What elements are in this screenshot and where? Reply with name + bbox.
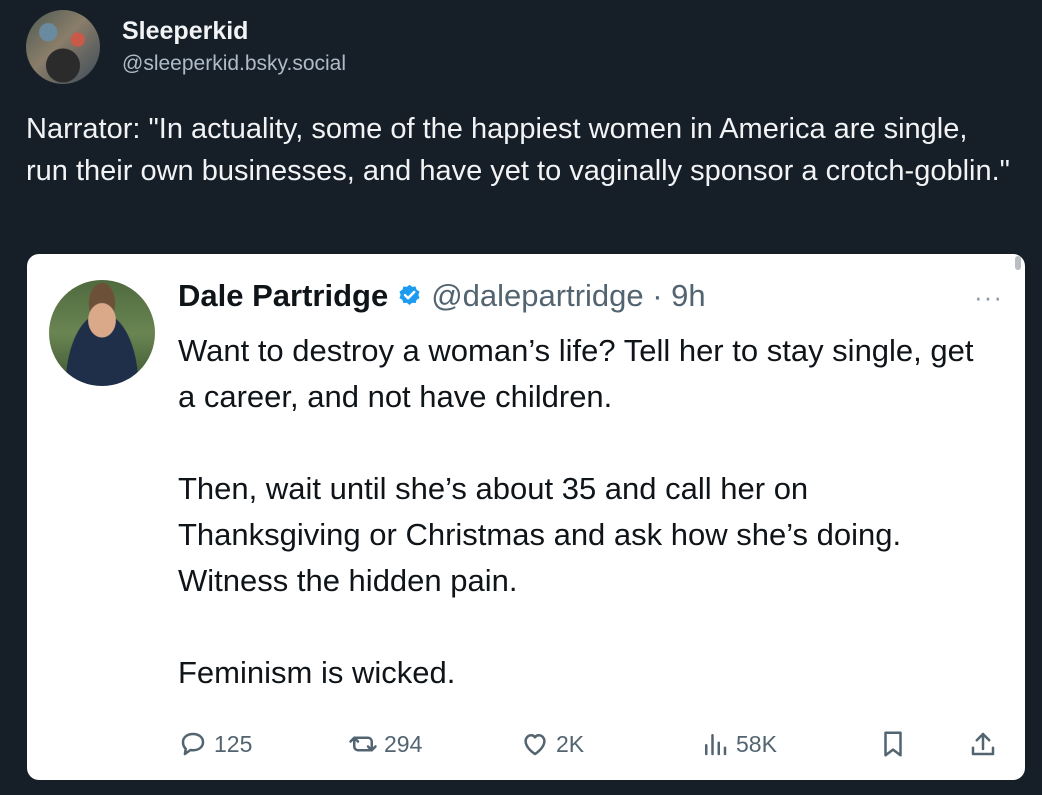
more-options-icon: ··· xyxy=(974,282,1003,312)
post-text: Narrator: "In actuality, some of the hap… xyxy=(26,113,1010,187)
share-stat xyxy=(968,729,998,759)
repost-count: 294 xyxy=(384,730,423,757)
tweet-author-avatar xyxy=(49,280,155,386)
scroll-indicator xyxy=(1015,256,1021,270)
tweet-paragraph-2: Then, wait until she’s about 35 and call… xyxy=(178,471,902,598)
heart-icon xyxy=(524,734,546,756)
reply-count: 125 xyxy=(214,730,253,757)
repost-stat: 294 xyxy=(348,729,422,759)
tweet-paragraph-1: Want to destroy a woman’s life? Tell her… xyxy=(178,333,974,414)
like-stat: 2K xyxy=(520,729,584,759)
repost-icon xyxy=(349,736,377,752)
tweet-author-name: Dale Partridge xyxy=(178,278,389,313)
tweet-actions: 125 294 2K 58K xyxy=(178,724,1008,764)
author-handle[interactable]: @sleeperkid.bsky.social xyxy=(122,50,346,78)
post-header: Sleeperkid @sleeperkid.bsky.social xyxy=(26,10,346,84)
verified-badge-icon xyxy=(399,284,420,305)
tweet-paragraph-3: Feminism is wicked. xyxy=(178,655,456,690)
bookmark-stat xyxy=(878,729,908,759)
views-stat: 58K xyxy=(700,729,777,759)
author-display-name[interactable]: Sleeperkid xyxy=(122,16,346,46)
embedded-tweet-image[interactable]: Dale Partridge @dalepartridge · 9h ··· W… xyxy=(27,254,1025,780)
views-count: 58K xyxy=(736,730,777,757)
reply-icon xyxy=(181,732,205,756)
tweet-handle-time: @dalepartridge · 9h xyxy=(431,278,706,313)
like-count: 2K xyxy=(556,730,585,757)
tweet-text: Want to destroy a woman’s life? Tell her… xyxy=(178,328,998,742)
share-icon xyxy=(971,732,995,756)
bookmark-icon xyxy=(884,731,902,757)
views-chart-icon xyxy=(705,734,727,756)
author-avatar[interactable] xyxy=(26,10,100,84)
author-names: Sleeperkid @sleeperkid.bsky.social xyxy=(122,16,346,78)
reply-stat: 125 xyxy=(178,729,252,759)
tweet-header: Dale Partridge @dalepartridge · 9h xyxy=(178,276,706,316)
